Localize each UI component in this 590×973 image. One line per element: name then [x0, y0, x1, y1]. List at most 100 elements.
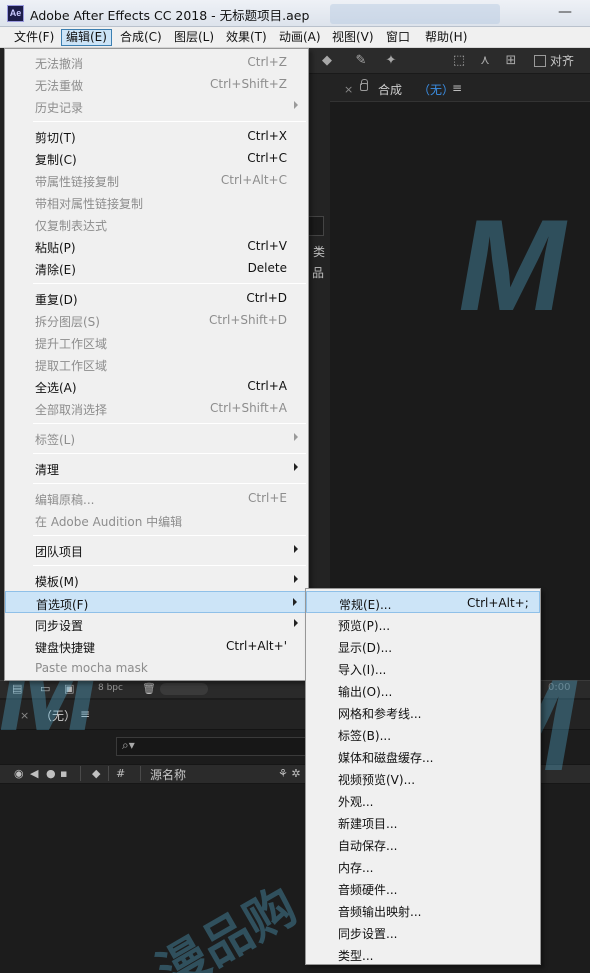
timeline-search-input[interactable]: [116, 737, 308, 756]
menu-item-team-project[interactable]: 团队项目: [5, 539, 308, 561]
audio-icon[interactable]: ◀: [30, 767, 38, 780]
project-scroll-pill[interactable]: [160, 683, 208, 695]
menu-item-label: 同步设置...: [338, 927, 398, 941]
menu-item-label: Paste mocha mask: [35, 661, 148, 675]
composition-tab-label[interactable]: 合成: [378, 81, 402, 98]
menu-separator: [33, 565, 306, 566]
menu-item-redo[interactable]: 无法重做 Ctrl+Shift+Z: [5, 73, 308, 95]
search-icon[interactable]: ⌕▾: [122, 738, 135, 753]
menu-item-sync-settings[interactable]: 同步设置: [5, 613, 308, 635]
menu-animation[interactable]: 动画(A): [275, 29, 325, 46]
timeline-close-icon[interactable]: ×: [20, 709, 29, 722]
window-title: Adobe After Effects CC 2018 - 无标题项目.aep: [30, 8, 310, 23]
timeline-tab-name[interactable]: （无）: [40, 707, 76, 724]
new-composition-icon[interactable]: ▣: [64, 682, 74, 695]
menu-help[interactable]: 帮助(H): [421, 29, 471, 46]
menu-item-paste-mocha-mask[interactable]: Paste mocha mask: [5, 657, 308, 679]
menu-item-duplicate[interactable]: 重复(D) Ctrl+D: [5, 287, 308, 309]
composition-close-icon[interactable]: ×: [344, 83, 353, 96]
timeline-panel-menu-icon[interactable]: ≡: [80, 707, 90, 721]
menu-file[interactable]: 文件(F): [10, 29, 58, 46]
menu-item-copy-with-property-links[interactable]: 带属性链接复制 Ctrl+Alt+C: [5, 169, 308, 191]
pref-item-general[interactable]: 常规(E)... Ctrl+Alt+;: [306, 591, 540, 613]
pref-item-video-preview[interactable]: 视频预览(V)...: [306, 767, 540, 789]
menu-window[interactable]: 窗口: [382, 29, 414, 46]
menu-item-split-layer[interactable]: 拆分图层(S) Ctrl+Shift+D: [5, 309, 308, 331]
roto-brush-tool-icon[interactable]: ✎: [352, 52, 370, 70]
align-checkbox[interactable]: [534, 55, 546, 67]
menu-item-edit-in-audition[interactable]: 在 Adobe Audition 中编辑: [5, 509, 308, 531]
menu-layer[interactable]: 图层(L): [170, 29, 218, 46]
menu-item-cut[interactable]: 剪切(T) Ctrl+X: [5, 125, 308, 147]
menu-item-copy-expression-only[interactable]: 仅复制表达式: [5, 213, 308, 235]
menu-item-select-all[interactable]: 全选(A) Ctrl+A: [5, 375, 308, 397]
interpret-footage-icon[interactable]: ▤: [12, 682, 22, 695]
pref-item-import[interactable]: 导入(I)...: [306, 657, 540, 679]
menu-item-shortcut: Ctrl+D: [246, 291, 287, 305]
menu-item-label: 在 Adobe Audition 中编辑: [35, 515, 183, 529]
menu-item-label: 仅复制表达式: [35, 219, 108, 233]
menu-item-label: 提升工作区域: [35, 337, 108, 351]
composition-panel-menu-icon[interactable]: ≡: [452, 81, 462, 95]
pref-item-display[interactable]: 显示(D)...: [306, 635, 540, 657]
menu-item-purge[interactable]: 清理: [5, 457, 308, 479]
menu-item-clear[interactable]: 清除(E) Delete: [5, 257, 308, 279]
menu-view[interactable]: 视图(V): [328, 29, 378, 46]
pref-item-sync-settings[interactable]: 同步设置...: [306, 921, 540, 943]
menu-item-label: 输出(O)...: [338, 685, 393, 699]
menu-item-copy[interactable]: 复制(C) Ctrl+C: [5, 147, 308, 169]
lock-column-icon[interactable]: ▪: [60, 767, 67, 780]
pref-item-grids-guides[interactable]: 网格和参考线...: [306, 701, 540, 723]
menu-item-keyboard-shortcuts[interactable]: 键盘快捷键 Ctrl+Alt+': [5, 635, 308, 657]
menu-item-label-submenu[interactable]: 标签(L): [5, 427, 308, 449]
pref-item-media-disk-cache[interactable]: 媒体和磁盘缓存...: [306, 745, 540, 767]
submenu-arrow-icon: [294, 433, 298, 441]
puppet-tool-icon[interactable]: ⋏: [476, 52, 494, 70]
switches-column-icon[interactable]: ⚘ ✲: [278, 767, 301, 780]
pref-item-output[interactable]: 输出(O)...: [306, 679, 540, 701]
pref-item-new-project[interactable]: 新建项目...: [306, 811, 540, 833]
pref-item-audio-hardware[interactable]: 音频硬件...: [306, 877, 540, 899]
menu-item-label: 带相对属性链接复制: [35, 197, 144, 211]
bit-depth-label[interactable]: 8 bpc: [98, 683, 123, 693]
solo-icon[interactable]: ●: [46, 767, 56, 780]
menu-separator: [33, 121, 306, 122]
new-folder-icon[interactable]: ▭: [40, 682, 50, 695]
composition-tab-value[interactable]: （无）: [418, 81, 454, 98]
menu-item-edit-original[interactable]: 编辑原稿... Ctrl+E: [5, 487, 308, 509]
lock-icon[interactable]: [360, 79, 368, 91]
eye-icon[interactable]: ◉: [14, 767, 24, 780]
label-tag-icon[interactable]: ◆: [92, 767, 100, 780]
menu-item-lift-work-area[interactable]: 提升工作区域: [5, 331, 308, 353]
network-icon[interactable]: 品: [312, 264, 324, 281]
minimize-button[interactable]: —: [555, 2, 575, 22]
menu-item-deselect-all[interactable]: 全部取消选择 Ctrl+Shift+A: [5, 397, 308, 419]
menu-item-history[interactable]: 历史记录: [5, 95, 308, 117]
menu-item-preferences[interactable]: 首选项(F): [5, 591, 308, 613]
menu-composition[interactable]: 合成(C): [116, 29, 166, 46]
menu-item-shortcut: Ctrl+E: [248, 491, 287, 505]
pref-item-memory[interactable]: 内存...: [306, 855, 540, 877]
puppet-pin-tool-icon[interactable]: ✦: [382, 52, 400, 70]
pref-item-type[interactable]: 类型...: [306, 943, 540, 965]
menu-item-undo[interactable]: 无法撤消 Ctrl+Z: [5, 51, 308, 73]
pref-item-labels[interactable]: 标签(B)...: [306, 723, 540, 745]
side-strip-field[interactable]: [308, 216, 324, 236]
layer-number-column[interactable]: #: [116, 767, 125, 780]
pref-item-appearance[interactable]: 外观...: [306, 789, 540, 811]
menu-item-copy-with-relative-links[interactable]: 带相对属性链接复制: [5, 191, 308, 213]
eraser-tool-icon[interactable]: ◆: [318, 52, 336, 70]
mask-tool-icon[interactable]: ⊞: [502, 52, 520, 70]
snap-icon[interactable]: ⬚: [450, 52, 468, 70]
pref-item-previews[interactable]: 预览(P)...: [306, 613, 540, 635]
menu-effect[interactable]: 效果(T): [222, 29, 271, 46]
source-name-column[interactable]: 源名称: [150, 766, 186, 783]
menu-item-templates[interactable]: 模板(M): [5, 569, 308, 591]
trash-icon[interactable]: 🗑: [142, 682, 156, 695]
menu-item-shortcut: Ctrl+C: [247, 151, 287, 165]
pref-item-audio-output-mapping[interactable]: 音频输出映射...: [306, 899, 540, 921]
menu-item-paste[interactable]: 粘贴(P) Ctrl+V: [5, 235, 308, 257]
pref-item-auto-save[interactable]: 自动保存...: [306, 833, 540, 855]
menu-edit[interactable]: 编辑(E): [61, 29, 112, 46]
menu-item-extract-work-area[interactable]: 提取工作区域: [5, 353, 308, 375]
